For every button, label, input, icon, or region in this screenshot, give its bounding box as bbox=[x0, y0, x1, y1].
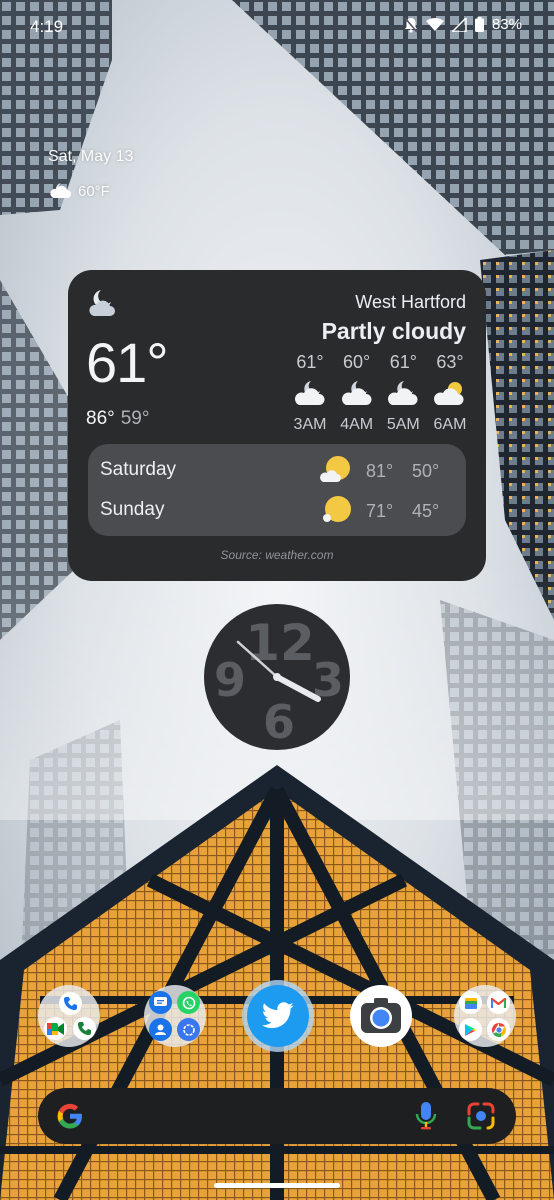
hourly-item: 63° 6AM bbox=[430, 352, 470, 434]
google-search-bar[interactable] bbox=[38, 1088, 516, 1144]
hourly-time: 3AM bbox=[293, 416, 327, 433]
hourly-item: 60° 4AM bbox=[337, 352, 377, 434]
forecast-day: Sunday bbox=[100, 499, 165, 520]
hourly-item: 61° 3AM bbox=[290, 352, 330, 434]
status-time: 4:19 bbox=[30, 17, 64, 36]
forecast-row: Sunday 71° 45° bbox=[88, 489, 466, 529]
current-temperature: 61° bbox=[86, 331, 169, 394]
hourly-time: 4AM bbox=[340, 416, 374, 433]
gmail-icon bbox=[487, 991, 510, 1014]
play-store-icon bbox=[459, 1018, 482, 1041]
weather-source: Source: weather.com bbox=[220, 548, 334, 562]
phone-icon bbox=[59, 992, 82, 1015]
forecast-day: Saturday bbox=[100, 459, 177, 480]
twitter-icon bbox=[261, 1002, 294, 1029]
hourly-item: 61° 5AM bbox=[383, 352, 423, 434]
partly-sunny-icon bbox=[433, 382, 464, 405]
glance-temperature: 60°F bbox=[78, 182, 110, 200]
clock-numeral-9: 9 bbox=[214, 653, 246, 707]
status-bar: 4:19 83% bbox=[0, 0, 554, 52]
folder-calls[interactable] bbox=[38, 985, 100, 1047]
forecast-low: 45° bbox=[412, 501, 440, 521]
wifi-icon bbox=[425, 17, 444, 31]
weather-condition: Partly cloudy bbox=[321, 318, 466, 344]
google-voice-icon bbox=[73, 1017, 96, 1040]
partly-cloudy-night-icon bbox=[388, 381, 418, 405]
battery-icon bbox=[474, 17, 484, 32]
low-temperature: 59° bbox=[120, 408, 150, 429]
high-low: 86° 59° bbox=[86, 408, 149, 430]
google-lens-icon[interactable] bbox=[466, 1102, 496, 1130]
clock-numeral-12: 12 bbox=[245, 614, 315, 672]
partly-cloudy-night-icon bbox=[50, 183, 71, 198]
whatsapp-icon bbox=[177, 991, 200, 1014]
hourly-temp: 61° bbox=[389, 352, 417, 372]
forecast-high: 71° bbox=[366, 501, 394, 521]
partly-cloudy-night-icon bbox=[341, 381, 372, 405]
analog-clock-widget[interactable]: 12 3 6 9 bbox=[204, 604, 350, 750]
messages-icon bbox=[149, 991, 172, 1014]
camera-app-icon[interactable] bbox=[350, 985, 412, 1047]
weather-widget[interactable]: West Hartford Partly cloudy 61° 86° 59° 6… bbox=[68, 270, 486, 581]
hourly-time: 6AM bbox=[433, 416, 467, 433]
folder-google[interactable] bbox=[454, 985, 516, 1047]
glance-weather[interactable]: 60°F bbox=[48, 182, 110, 200]
google-g-icon[interactable] bbox=[54, 1100, 86, 1132]
hourly-time: 5AM bbox=[386, 416, 420, 433]
clock-numeral-6: 6 bbox=[263, 695, 295, 749]
hourly-temp: 61° bbox=[296, 352, 324, 372]
daily-forecast: Saturday 81° 50° Sunday 71° 45° bbox=[88, 444, 466, 536]
battery-percent: 83% bbox=[491, 16, 522, 33]
chrome-icon bbox=[487, 1018, 510, 1041]
hourly-forecast: 61° 3AM 60° 4AM 61° 5AM 63° 6AM bbox=[290, 352, 470, 434]
sunny-icon bbox=[323, 496, 351, 522]
forecast-high: 81° bbox=[366, 461, 394, 481]
forecast-row: Saturday 81° 50° bbox=[88, 449, 466, 489]
hourly-temp: 60° bbox=[343, 352, 371, 372]
google-meet-icon bbox=[44, 1017, 67, 1040]
do-not-disturb-bell-off-icon bbox=[404, 16, 418, 33]
twitter-app-icon[interactable] bbox=[247, 985, 309, 1047]
partly-sunny-icon bbox=[320, 456, 350, 482]
hourly-temp: 63° bbox=[436, 352, 464, 372]
weather-location: West Hartford bbox=[355, 292, 466, 312]
forecast-low: 50° bbox=[412, 461, 440, 481]
partly-cloudy-night-icon bbox=[295, 381, 325, 405]
folder-messaging[interactable] bbox=[144, 985, 206, 1047]
signal-icon bbox=[451, 17, 467, 32]
camera-icon bbox=[361, 998, 401, 1033]
high-temperature: 86° bbox=[86, 408, 115, 429]
microphone-icon[interactable] bbox=[414, 1100, 438, 1132]
partly-cloudy-night-icon bbox=[89, 290, 115, 316]
contacts-icon bbox=[149, 1018, 172, 1041]
signal-messenger-icon bbox=[177, 1018, 200, 1041]
google-wallet-icon bbox=[459, 991, 482, 1014]
status-icons: 83% bbox=[404, 16, 522, 33]
glance-date[interactable]: Sat, May 13 bbox=[48, 148, 133, 166]
gesture-nav-handle[interactable] bbox=[214, 1183, 340, 1188]
